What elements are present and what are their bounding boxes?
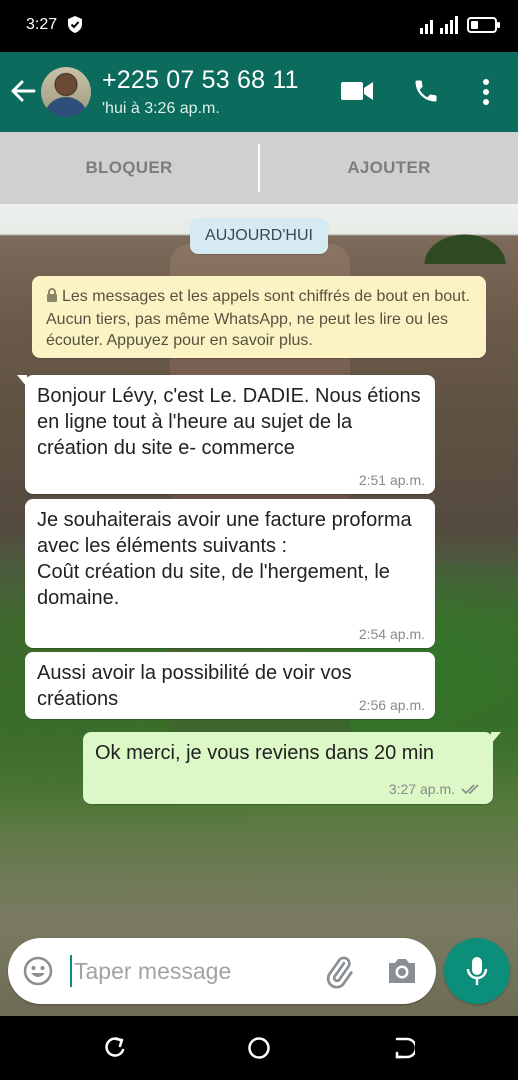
message-text: Ok merci, je vous reviens dans 20 min (95, 742, 435, 764)
signal-icon (420, 16, 462, 39)
date-divider: AUJOURD'HUI (190, 218, 328, 254)
message-text: Bonjour Lévy, c'est Le. DADIE. Nous étio… (37, 385, 421, 459)
nav-recent-icon[interactable] (391, 1036, 418, 1065)
unknown-contact-actions: BLOQUER AJOUTER (0, 132, 518, 204)
shield-icon (67, 15, 83, 39)
message-input[interactable] (74, 952, 304, 990)
avatar[interactable] (41, 67, 91, 117)
message-text: Je souhaiterais avoir une facture profor… (37, 509, 412, 609)
bubble-tail (17, 375, 27, 387)
message-meta: 3:27 ap.m. (389, 781, 483, 798)
message-time: 2:54 ap.m. (358, 626, 425, 642)
message-bubble-incoming[interactable]: Aussi avoir la possibilité de voir vos c… (25, 652, 435, 719)
voice-record-button[interactable] (444, 938, 510, 1004)
block-button[interactable]: BLOQUER (0, 132, 258, 204)
encryption-notice[interactable]: Les messages et les appels sont chiffrés… (32, 276, 486, 358)
message-composer[interactable] (8, 938, 436, 1004)
bubble-tail (491, 732, 501, 744)
add-contact-button[interactable]: AJOUTER (260, 132, 518, 204)
message-bubble-outgoing[interactable]: Ok merci, je vous reviens dans 20 min 3:… (83, 732, 501, 804)
text-cursor (70, 955, 72, 987)
nav-home-icon[interactable] (247, 1036, 271, 1065)
last-seen: 'hui à 3:26 ap.m. (102, 100, 220, 117)
status-bar: 3:27 (0, 0, 518, 52)
message-time: 3:27 ap.m. (388, 781, 455, 797)
mic-icon (465, 955, 489, 992)
lock-icon (46, 287, 58, 309)
message-bubble-incoming[interactable]: Je souhaiterais avoir une facture profor… (25, 499, 435, 648)
camera-icon[interactable] (386, 956, 418, 991)
chat-area[interactable]: AUJOURD'HUI Les messages et les appels s… (0, 204, 518, 1016)
back-arrow-icon[interactable] (8, 76, 38, 106)
double-check-icon (461, 782, 483, 798)
chat-header: +225 07 53 68 11 'hui à 3:26 ap.m. (0, 52, 518, 132)
system-nav-bar (0, 1016, 518, 1080)
encryption-notice-text: Les messages et les appels sont chiffrés… (46, 288, 470, 349)
message-time: 2:51 ap.m. (358, 472, 425, 488)
emoji-icon[interactable] (22, 955, 54, 992)
more-vert-icon[interactable] (476, 78, 496, 111)
nav-back-icon[interactable] (103, 1036, 127, 1065)
status-time: 3:27 (26, 16, 58, 33)
wallpaper-trees (410, 224, 518, 264)
message-bubble-incoming[interactable]: Bonjour Lévy, c'est Le. DADIE. Nous étio… (17, 375, 435, 494)
contact-name[interactable]: +225 07 53 68 11 (102, 66, 299, 95)
video-call-icon[interactable] (340, 78, 374, 109)
phone-icon[interactable] (412, 77, 440, 110)
attach-icon[interactable] (322, 955, 356, 994)
message-time: 2:56 ap.m. (358, 697, 425, 713)
battery-icon (467, 17, 501, 38)
